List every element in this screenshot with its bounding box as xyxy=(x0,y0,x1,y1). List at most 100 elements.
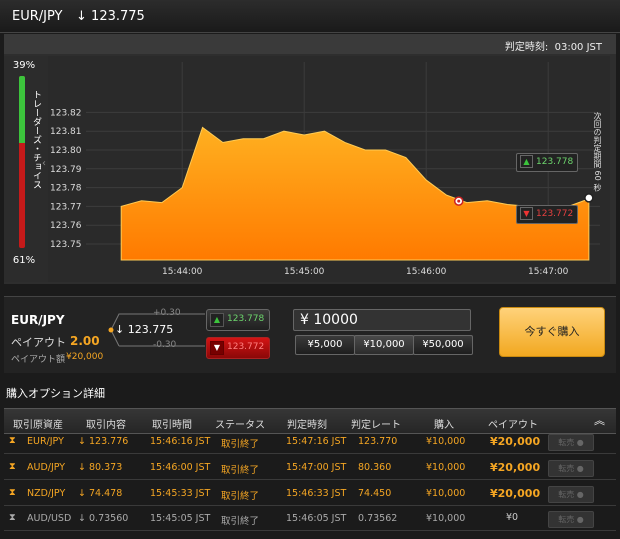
payout-label: ペイアウト xyxy=(11,336,66,349)
offset-up: +0.30 xyxy=(153,308,181,318)
payout-value: 2.00 xyxy=(70,334,100,348)
price-area xyxy=(120,126,590,261)
col-judge-time: 判定時刻 xyxy=(287,420,327,431)
row-time: 15:45:05 JST xyxy=(150,513,211,524)
hourglass-icon: ⧗ xyxy=(9,461,16,472)
row-rate: 0.73560 xyxy=(89,513,129,524)
chart-buy-down-rate: 123.772 xyxy=(536,209,574,219)
row-status: 取引終了 xyxy=(221,465,260,476)
buy-down-button[interactable]: ▼ 123.772 xyxy=(206,337,270,359)
row-judge: 15:46:33 JST xyxy=(286,488,347,499)
traders-choice-gauge xyxy=(19,76,25,248)
down-arrow-icon: ↓ xyxy=(78,488,86,499)
up-arrow-icon: ▲ xyxy=(210,313,224,327)
row-judge-rate: 0.73562 xyxy=(358,513,398,524)
y-tick-label: 123.80 xyxy=(50,146,82,156)
buy-now-button[interactable]: 今すぐ購入 xyxy=(499,307,605,357)
payout-amount: ¥20,000 xyxy=(66,352,104,362)
row-judge: 15:47:16 JST xyxy=(286,436,347,447)
row-payout: ¥0 xyxy=(506,512,519,523)
chart-buy-up-rate: 123.778 xyxy=(536,157,574,167)
circle-icon: ● xyxy=(574,515,584,524)
resell-label: 転売 xyxy=(558,515,575,524)
y-tick-label: 123.75 xyxy=(50,240,82,250)
circle-icon: ● xyxy=(574,464,584,473)
row-content: ↓ 80.373 xyxy=(78,462,122,473)
hourglass-icon: ⧗ xyxy=(9,435,16,446)
buy-up-button[interactable]: ▲ 123.778 xyxy=(206,309,270,331)
x-tick-label: 15:47:00 xyxy=(528,267,569,277)
down-arrow-icon: ↓ xyxy=(78,462,86,473)
resell-button[interactable]: 転売 ● xyxy=(548,434,594,451)
circle-icon: ● xyxy=(574,490,584,499)
order-rate: ↓ 123.775 xyxy=(115,323,173,336)
hourglass-icon: ⧗ xyxy=(9,512,16,523)
row-judge: 15:47:00 JST xyxy=(286,462,347,473)
resell-button[interactable]: 転売 ● xyxy=(548,486,594,503)
row-judge-rate: 80.360 xyxy=(358,462,392,473)
deadline-time: 03:00 JST xyxy=(554,42,602,53)
down-arrow-icon: ↓ xyxy=(115,323,125,336)
row-rate: 123.776 xyxy=(89,436,129,447)
col-content: 取引内容 xyxy=(86,420,126,431)
amount-input[interactable] xyxy=(293,309,471,331)
row-content: ↓ 74.478 xyxy=(78,488,122,499)
y-tick-label: 123.77 xyxy=(50,202,82,212)
deadline-label: 判定時刻: xyxy=(504,42,549,53)
y-tick-label: 123.82 xyxy=(50,108,82,118)
row-judge-rate: 74.450 xyxy=(358,488,392,499)
countdown-label: 次回の判定期間 60 秒 xyxy=(593,112,602,192)
buy-down-rate: 123.772 xyxy=(227,342,265,352)
chip-5000-button[interactable]: ¥5,000 xyxy=(295,335,355,355)
chip-50000-button[interactable]: ¥50,000 xyxy=(413,335,473,355)
y-tick-label: 123.76 xyxy=(50,221,82,231)
row-content: ↓ 123.776 xyxy=(78,436,128,447)
y-tick-label: 123.79 xyxy=(50,165,82,175)
row-asset: AUD/USD xyxy=(27,513,72,524)
details-title: 購入オプション詳細 xyxy=(6,387,105,400)
y-tick-label: 123.78 xyxy=(50,184,82,194)
chip-10000-button[interactable]: ¥10,000 xyxy=(354,335,414,355)
row-asset: EUR/JPY xyxy=(27,436,64,447)
row-buy: ¥10,000 xyxy=(426,436,466,447)
chart-buy-down-button[interactable]: ▼ 123.772 xyxy=(516,205,578,224)
col-time: 取引時間 xyxy=(152,420,192,431)
pair-title[interactable]: EUR/JPY xyxy=(12,9,62,24)
row-payout: ¥20,000 xyxy=(490,435,541,448)
x-tick-label: 15:45:00 xyxy=(284,267,325,277)
hourglass-icon: ⧗ xyxy=(9,487,16,498)
row-asset: NZD/JPY xyxy=(27,488,66,499)
x-tick-label: 15:46:00 xyxy=(406,267,447,277)
row-time: 15:46:16 JST xyxy=(150,436,211,447)
col-status: ステータス xyxy=(215,420,265,431)
row-payout: ¥20,000 xyxy=(490,487,541,500)
collapse-chevron-icon[interactable]: ‹ xyxy=(42,158,46,169)
order-rate-value: 123.775 xyxy=(127,323,174,336)
resell-label: 転売 xyxy=(558,464,575,473)
chart-buy-up-button[interactable]: ▲ 123.778 xyxy=(516,153,578,172)
row-asset: AUD/JPY xyxy=(27,462,66,473)
row-status: 取引終了 xyxy=(221,516,260,527)
row-buy: ¥10,000 xyxy=(426,462,466,473)
buy-up-rate: 123.778 xyxy=(227,314,265,324)
row-payout: ¥20,000 xyxy=(490,461,541,474)
resell-label: 転売 xyxy=(558,490,575,499)
resell-button[interactable]: 転売 ● xyxy=(548,511,594,528)
up-percentage: 39% xyxy=(12,60,36,71)
down-arrow-icon: ▼ xyxy=(520,207,533,220)
circle-icon: ● xyxy=(574,438,584,447)
resell-label: 転売 xyxy=(558,438,575,447)
row-rate: 74.478 xyxy=(89,488,123,499)
collapse-up-icon[interactable]: ︽ xyxy=(594,412,605,428)
payout-amount-label: ペイアウト額 xyxy=(11,355,66,365)
offset-down: -0.30 xyxy=(153,340,177,350)
row-buy: ¥10,000 xyxy=(426,513,466,524)
y-tick-label: 123.81 xyxy=(50,127,82,137)
resell-button[interactable]: 転売 ● xyxy=(548,460,594,477)
row-status: 取引終了 xyxy=(221,491,260,502)
row-status: 取引終了 xyxy=(221,439,260,450)
order-pair: EUR/JPY xyxy=(11,313,65,327)
row-rate: 80.373 xyxy=(89,462,123,473)
row-time: 15:45:33 JST xyxy=(150,488,211,499)
deadline: 判定時刻: 03:00 JST xyxy=(505,38,602,53)
